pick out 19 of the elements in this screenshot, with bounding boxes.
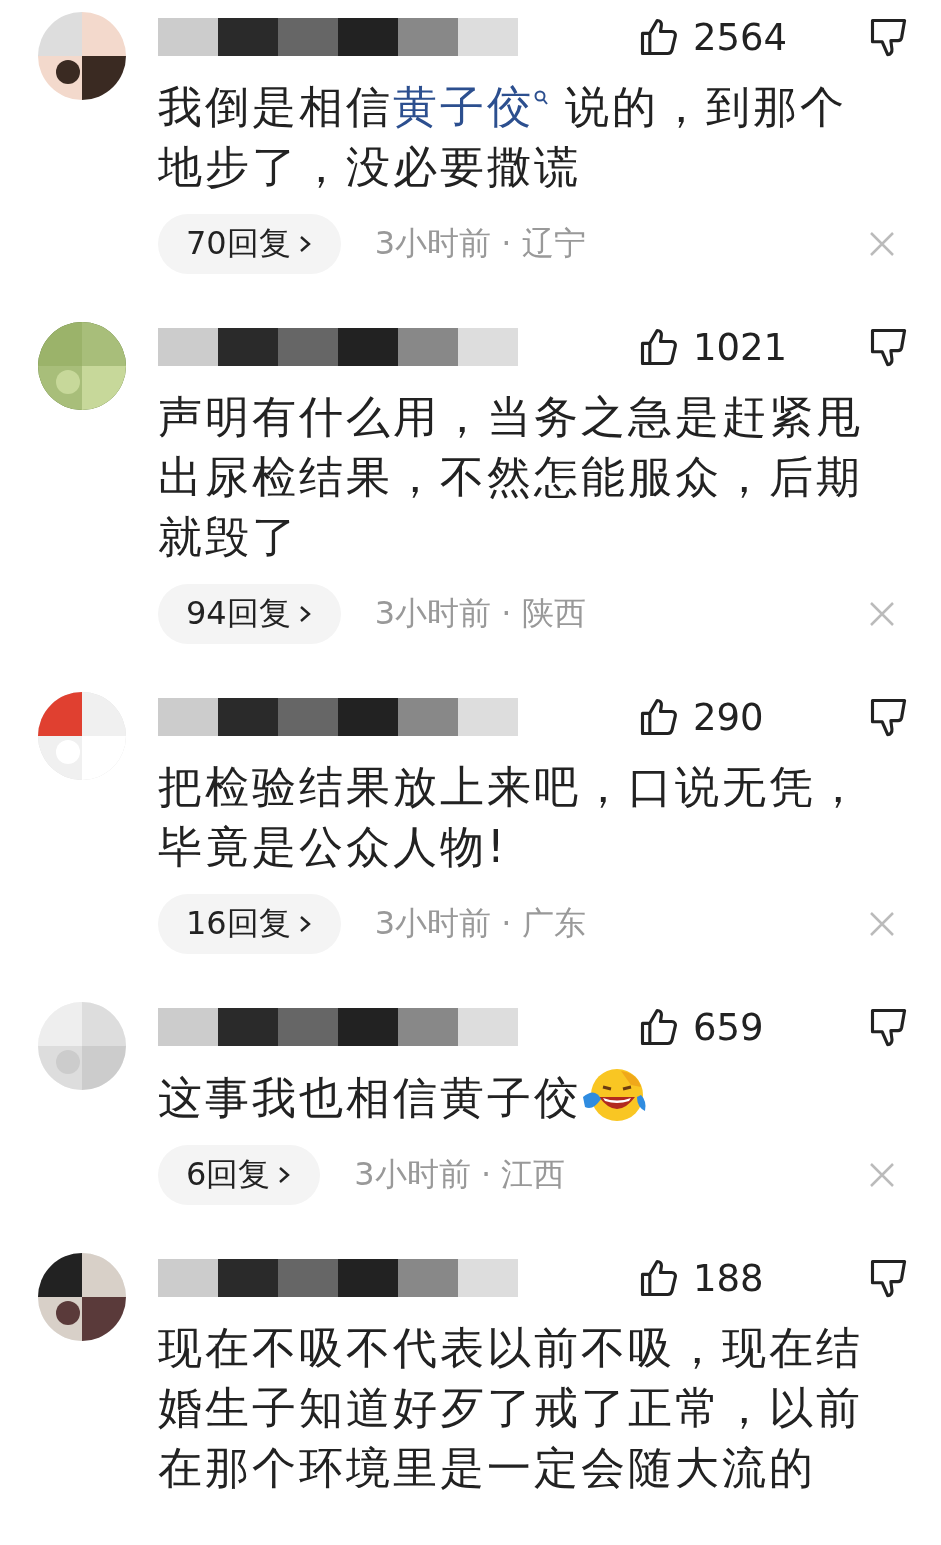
comment-text: 我倒是相信黄子佼 说的，到那个地步了，没必要撒谎	[158, 80, 848, 194]
comment-text: 声明有什么用，当务之急是赶紧甩出尿检结果，不然怎能服众，后期就毁了	[158, 390, 864, 564]
timestamp-location: 3小时前 · 陕西	[374, 593, 586, 634]
replies-button[interactable]: 70回复	[158, 214, 341, 274]
replies-button[interactable]: 16回复	[158, 894, 341, 954]
comment-text: 现在不吸不代表以前不吸，现在结婚生子知道好歹了戒了正常，以前在那个环境里是一定会随大流的	[158, 1321, 864, 1495]
search-link[interactable]: 黄子佼	[393, 81, 548, 132]
timestamp-location: 3小时前 · 江西	[354, 1154, 566, 1195]
like-count: 290	[693, 695, 764, 739]
like-count: 188	[693, 1256, 764, 1300]
replies-button[interactable]: 94回复	[158, 584, 341, 644]
comment-text: 这事我也相信黄子佼	[158, 1067, 881, 1128]
like-count: 2564	[693, 15, 788, 59]
replies-button[interactable]: 6回复	[158, 1145, 321, 1205]
comment-text: 把检验结果放上来吧，口说无凭，毕竟是公众人物!	[158, 760, 864, 874]
like-count: 659	[693, 1005, 764, 1049]
timestamp-location: 3小时前 · 辽宁	[374, 223, 586, 264]
timestamp-location: 3小时前 · 广东	[374, 903, 586, 944]
like-count: 1021	[693, 325, 788, 369]
